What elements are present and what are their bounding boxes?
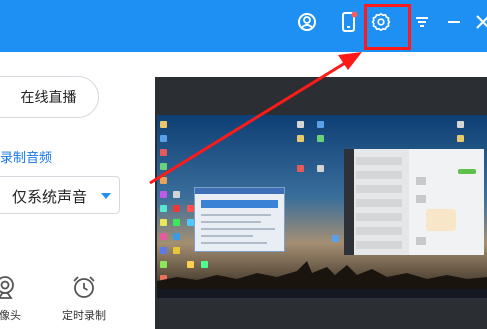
- scheduled-recording-label: 定时录制: [62, 309, 106, 322]
- minimize-icon[interactable]: [438, 6, 470, 38]
- alarm-clock-icon: [73, 276, 95, 298]
- audio-source-value: 仅系统声音: [12, 188, 88, 206]
- webcam-icon: [0, 276, 14, 299]
- webcam-label: 摄像头: [0, 309, 21, 322]
- audio-label: 录制音频: [0, 151, 53, 166]
- title-bar: [0, 0, 487, 52]
- scheduled-recording-tool[interactable]: 定时录制: [62, 274, 106, 323]
- left-panel: 在线直播 录制音频 仅系统声音 摄像头 定时录制: [0, 52, 153, 329]
- phone-icon[interactable]: [333, 6, 365, 38]
- screen-preview: [155, 77, 487, 329]
- webcam-tool[interactable]: 摄像头: [0, 274, 21, 323]
- user-icon[interactable]: [291, 6, 323, 38]
- live-stream-button[interactable]: 在线直播: [0, 76, 99, 118]
- desktop-thumbnail: [157, 115, 487, 298]
- chevron-down-icon: [101, 193, 111, 199]
- close-icon[interactable]: [467, 6, 487, 38]
- thumbnail-taskbar: [157, 289, 487, 298]
- settings-highlight-box: [364, 4, 411, 50]
- thumbnail-chat-window: [344, 149, 484, 255]
- thumbnail-dialog-window: [194, 187, 285, 252]
- audio-source-select[interactable]: 仅系统声音: [0, 176, 120, 214]
- live-stream-label: 在线直播: [20, 90, 77, 106]
- preview-bottom-strip: [157, 298, 487, 329]
